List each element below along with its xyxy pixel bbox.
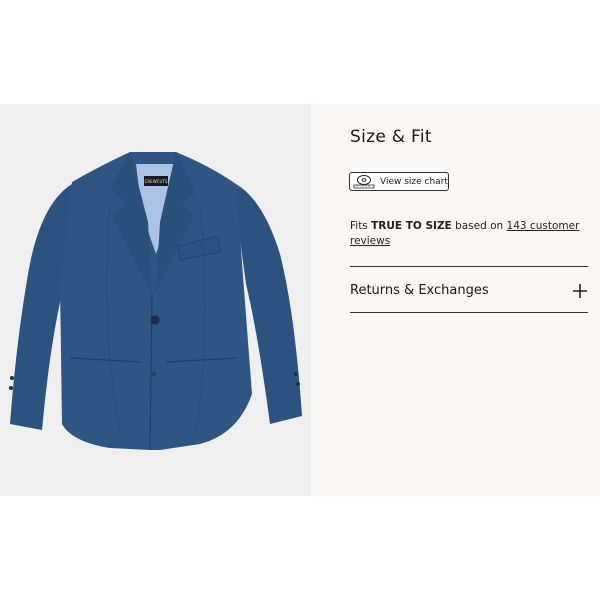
divider-bottom xyxy=(350,312,588,313)
panel-title: Size & Fit xyxy=(350,127,432,147)
product-image[interactable]: CREWCUTS xyxy=(0,104,311,496)
fit-summary: Fits TRUE TO SIZE based on 143 customer … xyxy=(350,219,590,249)
returns-exchanges-label: Returns & Exchanges xyxy=(350,283,489,298)
returns-exchanges-accordion[interactable]: Returns & Exchanges xyxy=(350,268,588,313)
view-size-chart-label: View size chart xyxy=(380,176,448,187)
collar-label-text: CREWCUTS xyxy=(145,179,168,184)
blazer-illustration: CREWCUTS xyxy=(9,152,302,451)
plus-icon[interactable] xyxy=(573,283,587,298)
fit-emphasis: TRUE TO SIZE xyxy=(371,220,452,232)
size-fit-panel: Size & Fit View size chart Fits TRUE TO … xyxy=(311,104,600,496)
measuring-tape-icon xyxy=(353,175,375,189)
product-detail-band: CREWCUTS Size & Fit View size chart Fits… xyxy=(0,104,600,496)
fit-prefix: Fits xyxy=(350,220,368,232)
fit-middle: based on xyxy=(455,220,504,232)
divider-top xyxy=(350,266,588,267)
view-size-chart-button[interactable]: View size chart xyxy=(349,172,449,191)
